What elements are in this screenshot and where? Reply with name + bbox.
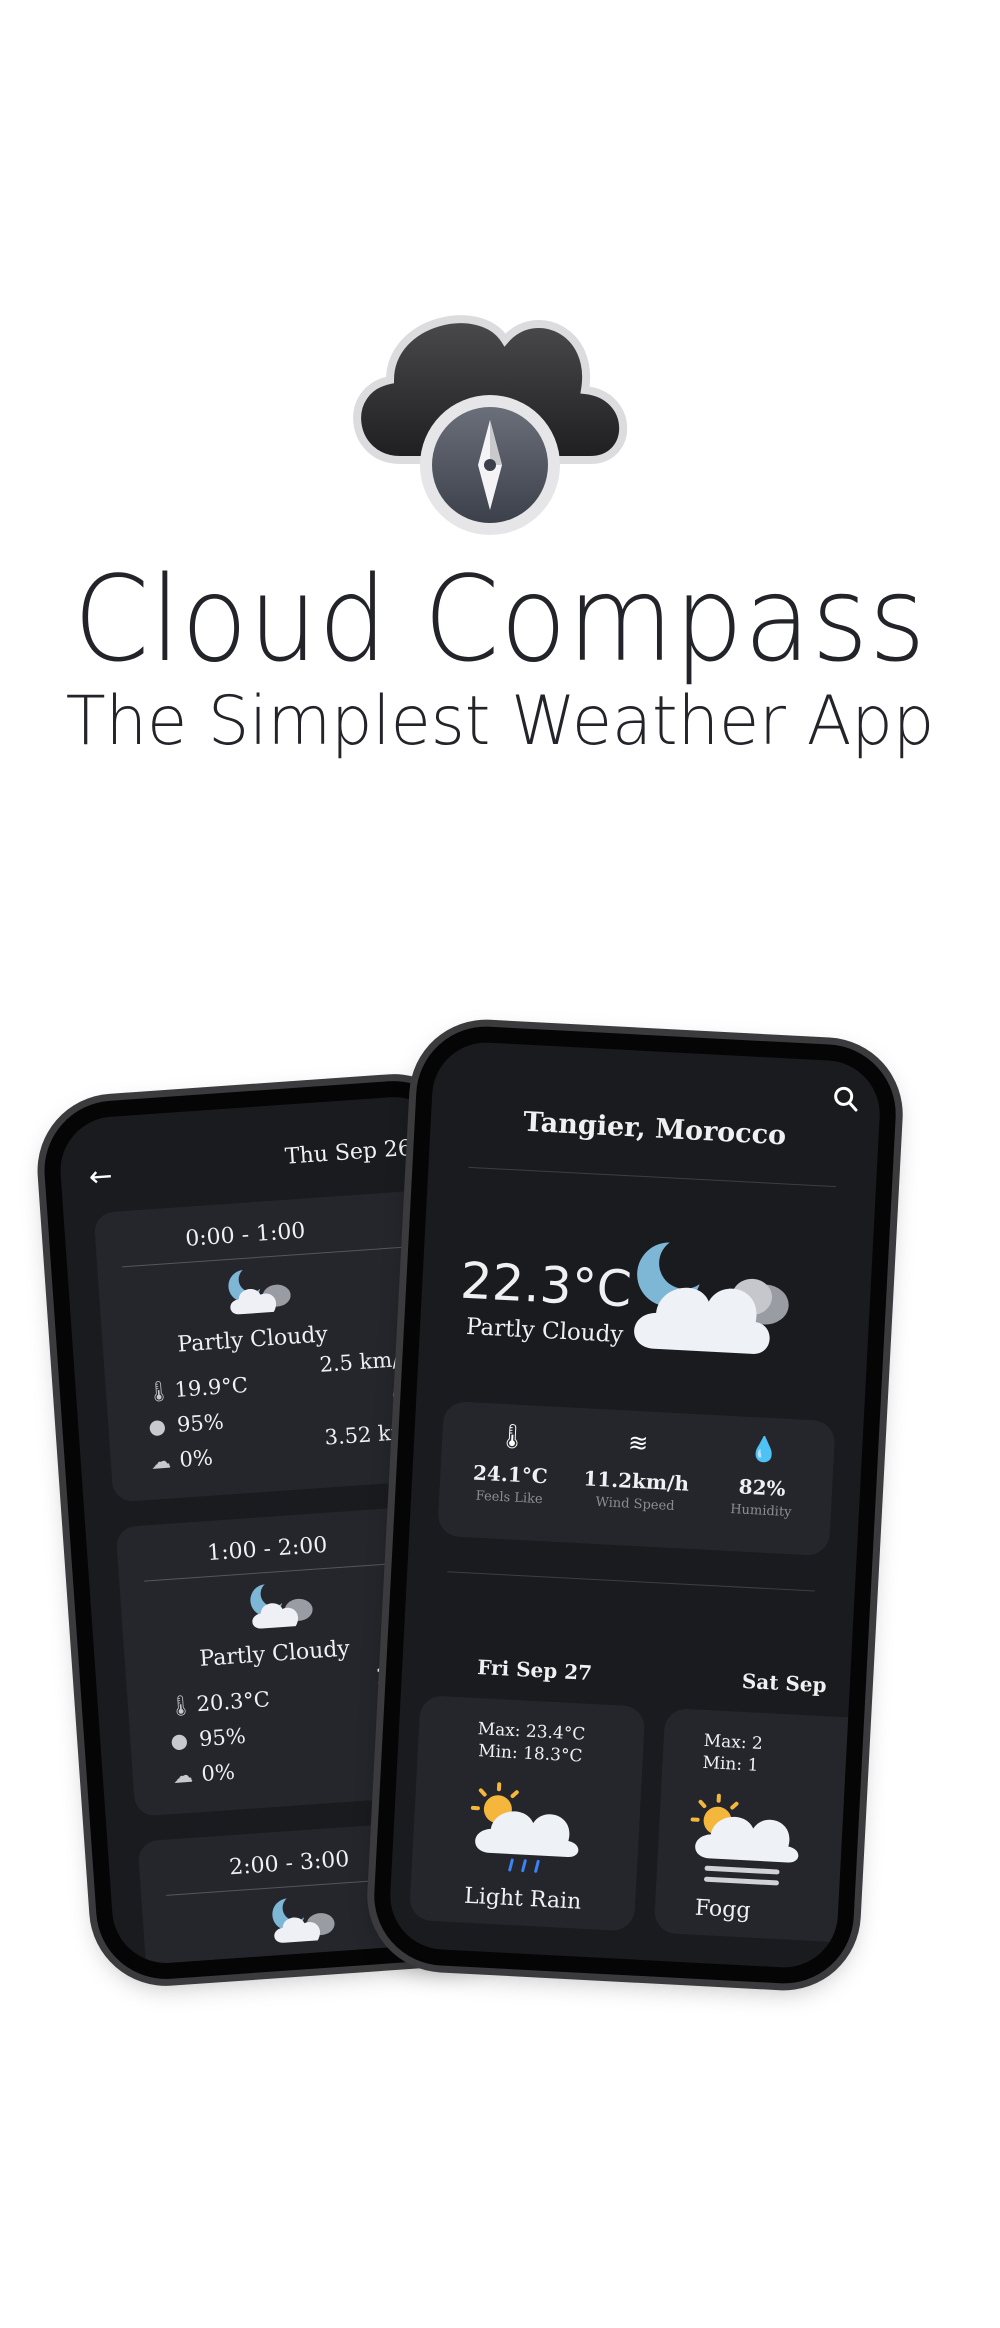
forecast-day-title: Fri Sep 27 [476, 1654, 593, 1685]
partly-cloudy-night-icon [250, 1584, 313, 1629]
app-title: Cloud Compass [73, 550, 927, 688]
humidity-value: 95% [198, 1723, 247, 1752]
divider [447, 1571, 815, 1592]
humidity-value: 82% [738, 1474, 787, 1501]
forecast-description: Light Rain [463, 1883, 582, 1915]
forecast-temps: Max: 2 Min: 1 [702, 1730, 899, 1784]
feels-like-value: 24.1°C [472, 1460, 549, 1489]
humidity-label: Humidity [729, 1502, 792, 1521]
thermometer-icon: 🌡 [145, 1378, 173, 1404]
forecast-min: Min: 1 [702, 1752, 759, 1776]
wind-icon: ≋ [627, 1428, 650, 1458]
humidity-value: 95% [176, 1409, 225, 1437]
droplet-icon: ● [147, 1413, 167, 1439]
forecast-temps: Max: 23.4°C Min: 18.3°C [417, 1715, 644, 1771]
divider [468, 1166, 836, 1188]
thermometer-icon: 🌡 [496, 1421, 529, 1452]
precipitation-value: 0% [200, 1759, 236, 1787]
current-temperature: 22.3°C [458, 1251, 634, 1319]
temperature-row: 🌡 19.9°C [145, 1373, 248, 1404]
temperature-row: 🌡 20.3°C [167, 1687, 270, 1718]
current-weather-screen: Tangier, Morocco 22.3°C Partly Cloudy 🌡 … [388, 1040, 891, 1970]
partly-cloudy-night-icon [634, 1242, 789, 1354]
wind-value: 2.5 km/h [318, 1346, 414, 1377]
precipitation-row: ☁ 0% [150, 1446, 214, 1474]
current-description: Partly Cloudy [465, 1313, 624, 1349]
wind-speed-label: Wind Speed [595, 1494, 675, 1515]
search-icon[interactable] [832, 1085, 859, 1112]
cloud-compass-logo-icon [353, 315, 628, 535]
forecast-day-card[interactable]: Max: 2 Min: 1 Fogg [653, 1707, 891, 1945]
humidity-stat: 💧 82% Humidity [701, 1433, 825, 1522]
light-rain-icon [470, 1782, 579, 1873]
forecast-day-title: Sat Sep [741, 1668, 828, 1698]
back-arrow-icon[interactable]: ← [88, 1159, 114, 1194]
temperature-value: 20.3°C [195, 1687, 271, 1717]
feels-like-label: Feels Like [475, 1488, 544, 1508]
current-weather-phone-mockup: Tangier, Morocco 22.3°C Partly Cloudy 🌡 … [370, 1023, 900, 1987]
wind-speed-stat: ≋ 11.2km/h Wind Speed [575, 1426, 699, 1515]
humidity-row: ● 95% [170, 1724, 247, 1753]
partly-cloudy-night-icon [272, 1898, 335, 1943]
rain-cloud-icon: ☁ [150, 1448, 172, 1474]
current-stats-panel: 🌡 24.1°C Feels Like ≋ 11.2km/h Wind Spee… [437, 1400, 836, 1557]
feels-like-stat: 🌡 24.1°C Feels Like [449, 1419, 573, 1508]
hourly-header: ← Thu Sep 26 202 [58, 1113, 462, 1200]
wind-speed-value: 11.2km/h [582, 1466, 690, 1496]
droplet-icon: ● [169, 1727, 189, 1754]
forecast-day-card[interactable]: Max: 23.4°C Min: 18.3°C Light Rain [408, 1695, 646, 1932]
fog-icon [690, 1793, 799, 1886]
humidity-row: ● 95% [148, 1410, 225, 1439]
app-subtitle: The Simplest Weather App [65, 682, 935, 761]
location-title: Tangier, Morocco [522, 1106, 787, 1152]
forecast-description: Fogg [694, 1895, 752, 1924]
precipitation-row: ☁ 0% [172, 1760, 236, 1788]
rain-cloud-icon: ☁ [172, 1762, 194, 1789]
partly-cloudy-night-icon [228, 1269, 291, 1315]
temperature-value: 19.9°C [173, 1372, 249, 1402]
thermometer-icon: 🌡 [167, 1692, 195, 1719]
precipitation-value: 0% [178, 1445, 214, 1472]
droplet-icon: 💧 [748, 1434, 780, 1465]
